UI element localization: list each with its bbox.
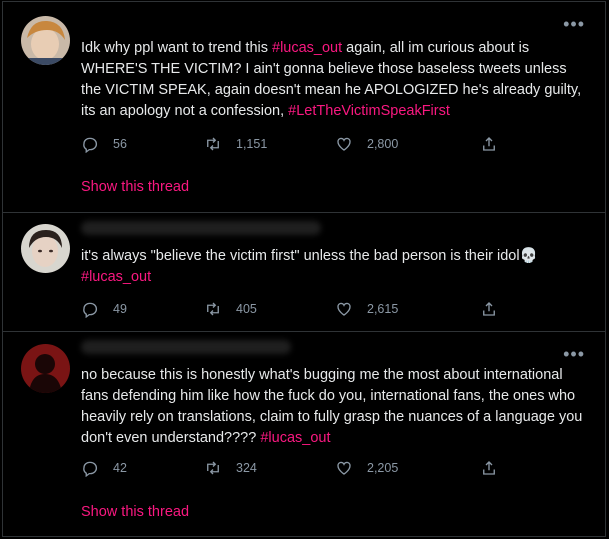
tweet-actions: 49 405 2,615 [81,299,521,319]
like-count: 2,205 [367,461,399,475]
author-name-redacted [81,340,291,354]
tweet-actions: 56 1,151 2,800 [81,134,521,154]
tweet-text: it's always "believe the victim first" u… [81,246,587,288]
retweet-icon [207,137,219,151]
avatar[interactable] [21,16,70,65]
like-count: 2,800 [367,137,399,151]
hashtag-link[interactable]: #lucas_out [81,269,151,285]
show-thread-link[interactable]: Show this thread [81,504,189,520]
more-options-icon[interactable]: ••• [563,344,585,365]
hashtag-link[interactable]: #lucas_out [260,430,330,446]
retweet-button[interactable]: 324 [204,458,335,478]
tweet-2[interactable]: it's always "believe the victim first" u… [3,213,605,332]
reply-button[interactable]: 56 [81,134,204,154]
tweet-text-segment: Idk why ppl want to trend this [81,40,273,56]
tweet-actions: 42 324 2,205 [81,458,521,478]
retweet-icon [207,461,219,475]
retweet-count: 324 [236,461,257,475]
retweet-button[interactable]: 405 [204,299,335,319]
share-button[interactable] [480,458,498,478]
reply-count: 49 [113,302,127,316]
like-button[interactable]: 2,205 [335,458,480,478]
like-button[interactable]: 2,615 [335,299,480,319]
avatar[interactable] [21,224,70,273]
like-count: 2,615 [367,302,399,316]
tweet-text-segment: it's always "believe the victim first" u… [81,248,538,264]
reply-icon [83,461,98,477]
tweet-text: no because this is honestly what's buggi… [81,365,587,449]
author-name-redacted [81,221,321,235]
retweet-icon [207,302,219,316]
hashtag-link[interactable]: #LetTheVictimSpeakFirst [288,103,450,119]
retweet-count: 405 [236,302,257,316]
show-thread-link[interactable]: Show this thread [81,179,189,195]
tweet-text: Idk why ppl want to trend this #lucas_ou… [81,38,587,122]
reply-count: 56 [113,137,127,151]
reply-count: 42 [113,461,127,475]
reply-icon [83,137,98,153]
timeline: ••• Idk why ppl want to trend this #luca… [2,1,606,537]
heart-icon [337,461,351,475]
more-options-icon[interactable]: ••• [563,14,585,35]
retweet-button[interactable]: 1,151 [204,134,335,154]
share-icon [483,461,495,475]
heart-icon [337,302,351,316]
heart-icon [337,137,351,151]
reply-icon [83,302,98,318]
share-button[interactable] [480,299,498,319]
share-button[interactable] [480,134,498,154]
tweet-1[interactable]: ••• Idk why ppl want to trend this #luca… [3,2,605,213]
reply-button[interactable]: 42 [81,458,204,478]
like-button[interactable]: 2,800 [335,134,480,154]
hashtag-link[interactable]: #lucas_out [272,40,342,56]
avatar[interactable] [21,344,70,393]
share-icon [483,302,495,316]
reply-button[interactable]: 49 [81,299,204,319]
tweet-3[interactable]: ••• no because this is honestly what's b… [3,332,605,536]
tweet-text-segment: no because this is honestly what's buggi… [81,367,583,446]
share-icon [483,137,495,151]
retweet-count: 1,151 [236,137,268,151]
